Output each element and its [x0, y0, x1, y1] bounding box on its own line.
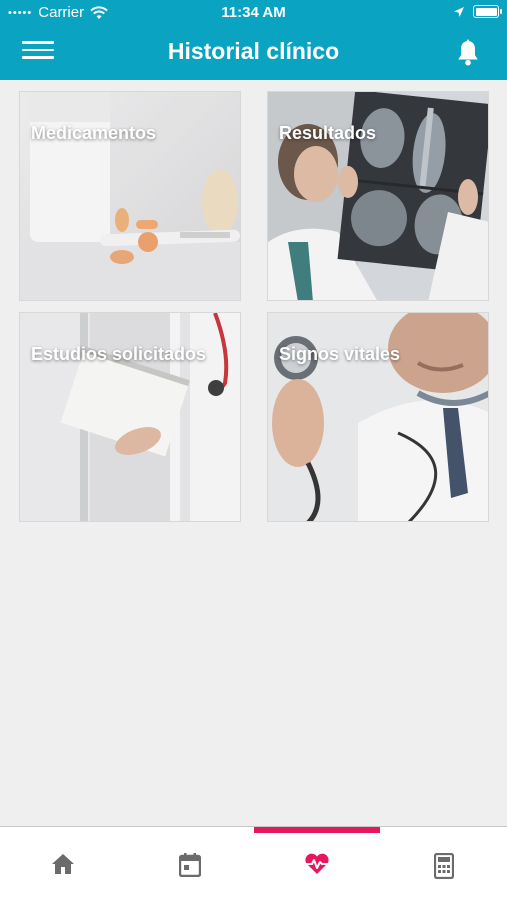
card-label: Signos vitales	[279, 344, 401, 364]
status-right-group	[453, 5, 502, 18]
status-bar: ••••• Carrier 11:34 AM	[0, 0, 507, 26]
card-label: Medicamentos	[31, 123, 157, 143]
tab-health[interactable]	[254, 827, 380, 900]
calendar-icon	[179, 853, 201, 877]
tab-calculator[interactable]	[381, 827, 507, 900]
calculator-icon	[434, 853, 454, 879]
card-resultados[interactable]: Resultados	[267, 91, 489, 301]
heart-pulse-icon	[305, 853, 329, 874]
card-label: Estudios solicitados	[31, 344, 207, 364]
bell-icon[interactable]	[455, 39, 481, 67]
home-icon	[52, 854, 74, 874]
app-header-bar: ••••• Carrier 11:34 AM Historial clínico	[0, 0, 507, 80]
active-tab-indicator	[254, 827, 380, 833]
status-time: 11:34 AM	[221, 4, 286, 21]
location-arrow-icon	[454, 6, 464, 17]
battery-icon	[473, 5, 502, 18]
card-signos-vitales[interactable]: Signos vitales	[267, 312, 489, 522]
navigation-header: Historial clínico	[0, 26, 507, 80]
bottom-tab-bar	[0, 826, 507, 900]
page-title: Historial clínico	[167, 38, 340, 64]
tab-home[interactable]	[0, 827, 126, 900]
tab-calendar[interactable]	[127, 827, 253, 900]
card-estudios-solicitados[interactable]: Estudios solicitados	[19, 312, 241, 522]
card-label: Resultados	[279, 123, 377, 143]
card-medicamentos[interactable]: Medicamentos	[19, 91, 241, 301]
